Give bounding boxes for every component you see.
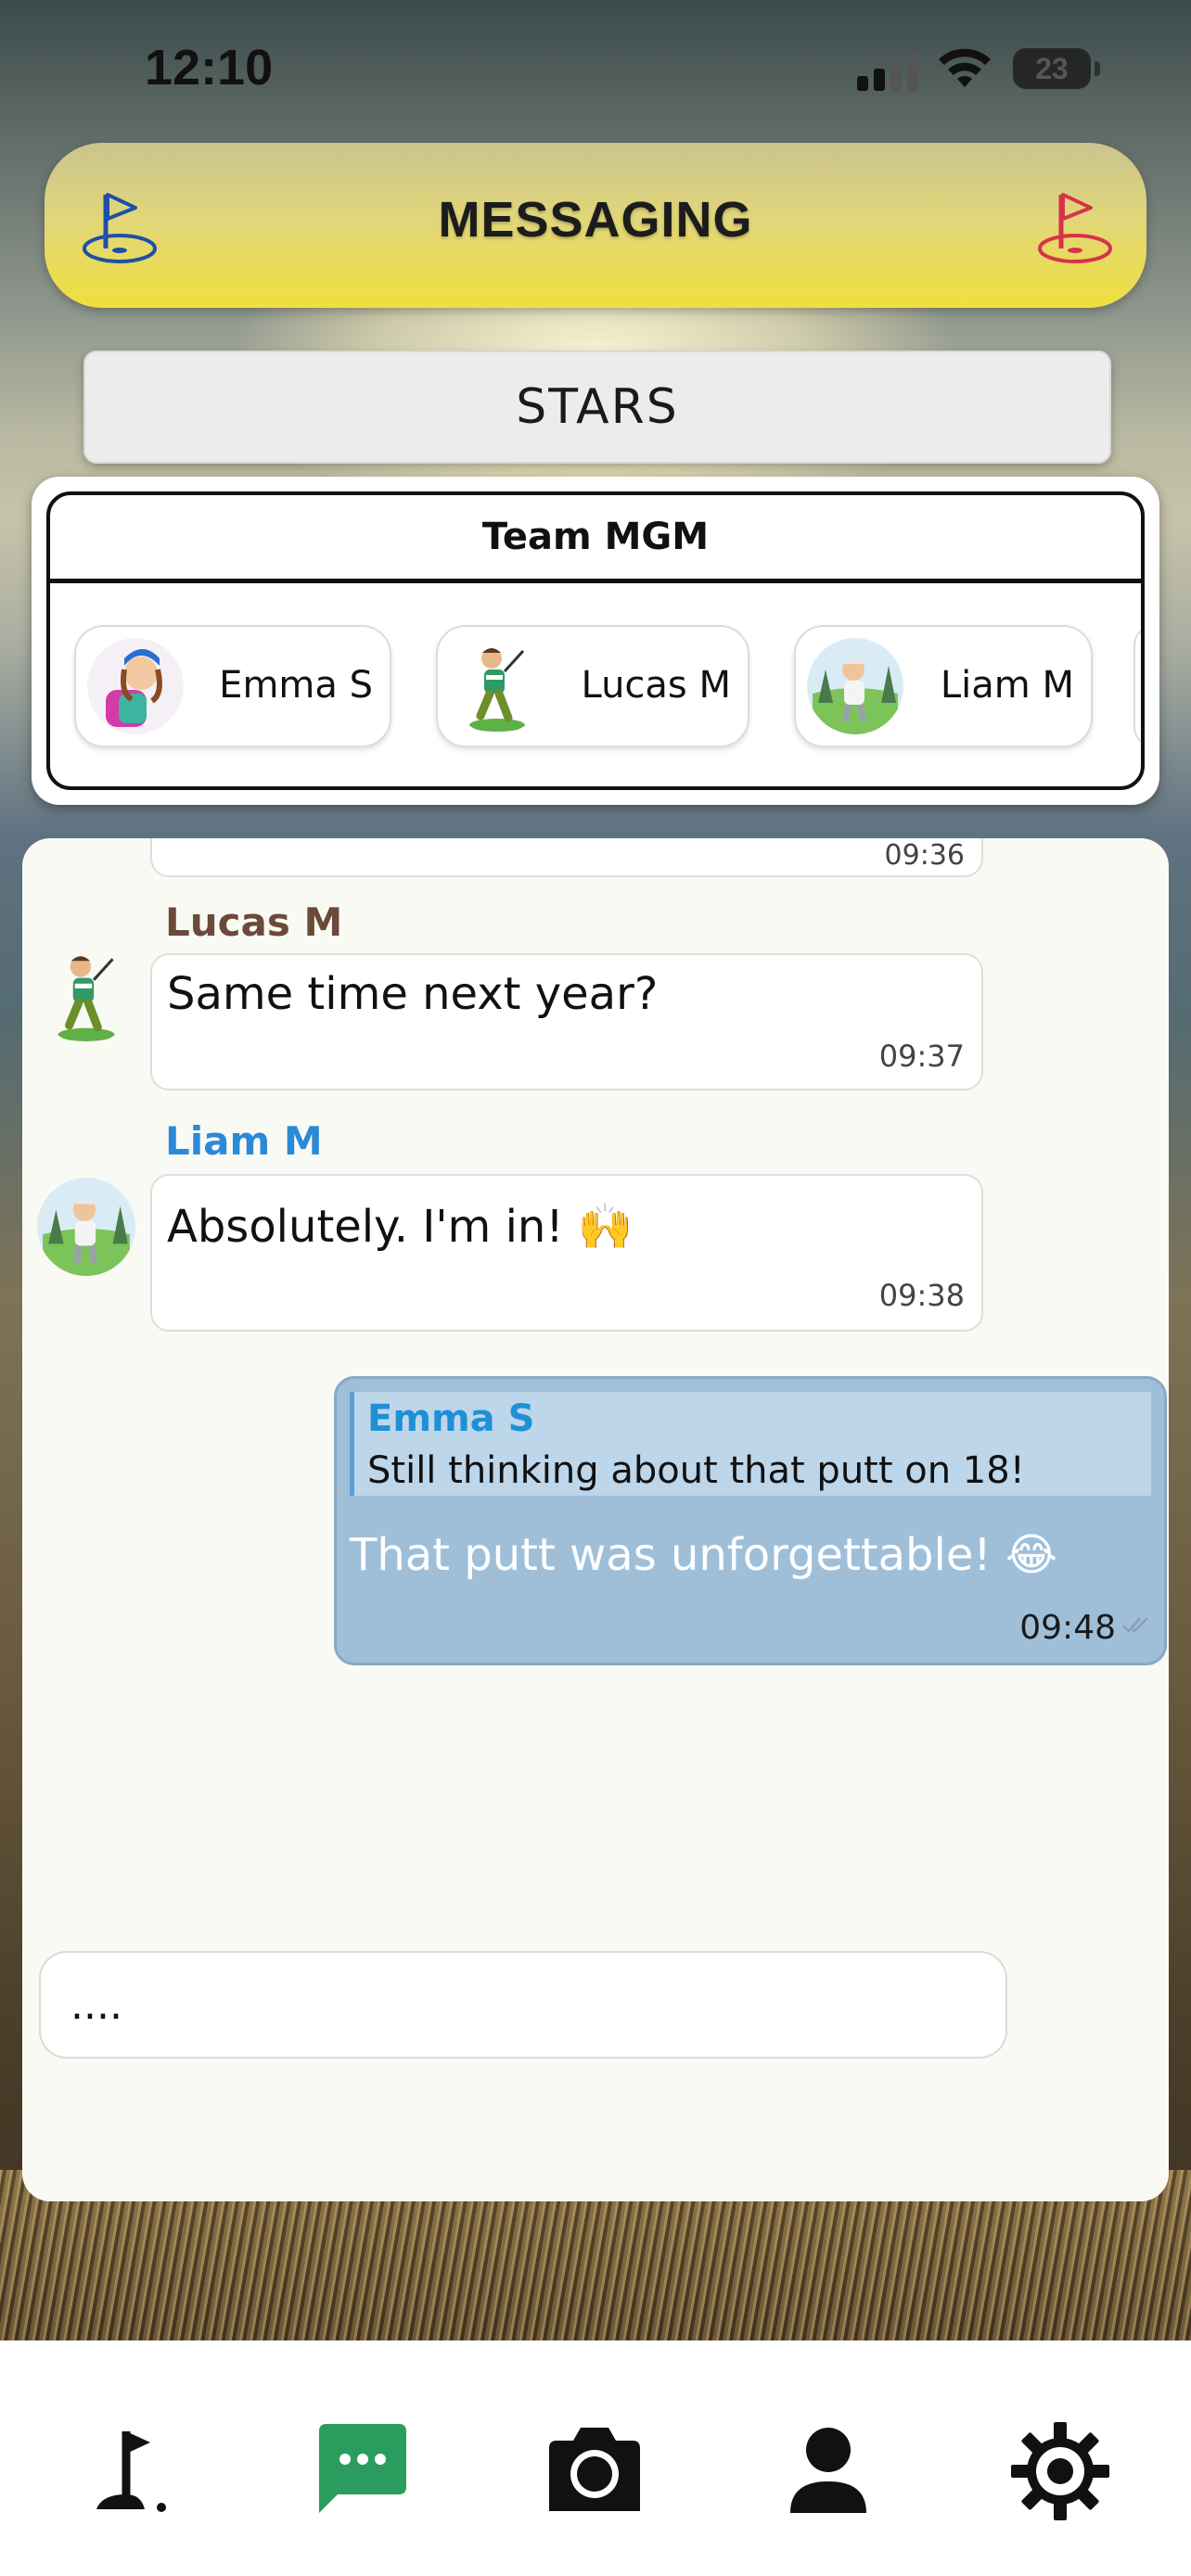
message-timestamp: 09:37 — [878, 1039, 965, 1074]
message-sender: Lucas M — [165, 899, 343, 945]
member-chip-lucas[interactable]: Lucas M — [436, 625, 749, 747]
double-check-icon — [1122, 1617, 1148, 1633]
avatar — [807, 638, 903, 734]
stars-button[interactable]: STARS — [83, 351, 1111, 464]
avatar[interactable] — [37, 1178, 135, 1276]
status-time: 12:10 — [145, 40, 274, 96]
message-timestamp: 09:36 — [884, 839, 965, 872]
team-name: Team MGM — [50, 495, 1141, 583]
cellular-signal-icon — [857, 54, 922, 91]
gear-icon[interactable] — [1009, 2420, 1111, 2522]
member-chip-partial[interactable] — [1133, 625, 1141, 747]
avatar — [449, 638, 545, 734]
member-name: Lucas M — [581, 664, 731, 707]
message-input[interactable] — [39, 1951, 1007, 2059]
member-chip-emma[interactable]: Emma S — [74, 625, 391, 747]
team-members-list: Emma S Lucas M Liam M — [50, 582, 1141, 786]
golf-flag-icon[interactable] — [83, 2420, 186, 2522]
wifi-icon — [939, 48, 991, 87]
status-bar: 12:10 23 — [0, 0, 1191, 139]
message-text: Same time next year? — [167, 968, 659, 1020]
message-bubble: 09:36 — [150, 838, 983, 877]
message-text: That putt was unforgettable! 😂 — [350, 1529, 1057, 1581]
message-timestamp: 09:38 — [878, 1278, 965, 1313]
avatar — [87, 638, 184, 734]
person-icon[interactable] — [777, 2420, 879, 2522]
reply-quote-text: Still thinking about that putt on 18! — [367, 1449, 1025, 1492]
chat-panel[interactable]: 09:36 Lucas M Same time next year? 09:37… — [22, 838, 1169, 2201]
battery-level: 23 — [1035, 51, 1069, 85]
camera-icon[interactable] — [544, 2420, 646, 2522]
battery-nub — [1095, 61, 1100, 76]
avatar[interactable] — [37, 946, 135, 1044]
header-bar: MESSAGING — [45, 143, 1146, 308]
message-bubble[interactable]: Absolutely. I'm in! 🙌 09:38 — [150, 1174, 983, 1332]
message-text: Absolutely. I'm in! 🙌 — [167, 1201, 634, 1253]
member-name: Emma S — [219, 664, 373, 707]
reply-quote-sender: Emma S — [367, 1397, 535, 1440]
reply-quote[interactable]: Emma S Still thinking about that putt on… — [350, 1392, 1151, 1496]
bottom-tab-bar — [0, 2340, 1191, 2576]
page-title: MESSAGING — [438, 192, 753, 248]
message-bubble[interactable]: Same time next year? 09:37 — [150, 953, 983, 1090]
team-card-inner: Team MGM Emma S Lucas M Liam M — [46, 491, 1145, 790]
message-timestamp: 09:48 — [1019, 1609, 1116, 1647]
member-name: Liam M — [940, 664, 1074, 707]
chat-icon[interactable] — [312, 2420, 414, 2522]
outgoing-message-bubble[interactable]: Emma S Still thinking about that putt on… — [334, 1376, 1167, 1665]
golf-flag-icon[interactable] — [1033, 184, 1117, 267]
battery-icon: 23 — [1013, 48, 1091, 89]
message-sender: Liam M — [165, 1118, 323, 1164]
team-card: Team MGM Emma S Lucas M Liam M — [32, 477, 1159, 805]
member-chip-liam[interactable]: Liam M — [794, 625, 1093, 747]
